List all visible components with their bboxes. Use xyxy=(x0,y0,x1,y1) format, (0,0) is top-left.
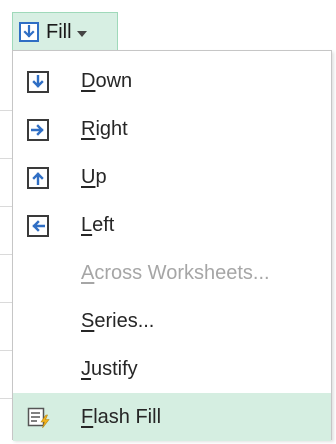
menu-item-right[interactable]: Right xyxy=(13,105,331,153)
menu-item-across-worksheets: Across Worksheets... xyxy=(13,249,331,297)
fill-left-icon xyxy=(27,215,49,237)
gridline xyxy=(0,206,12,207)
menu-item-label: Down xyxy=(81,70,133,92)
fill-right-icon xyxy=(27,119,49,141)
chevron-down-icon xyxy=(76,30,87,37)
menu-item-left[interactable]: Left xyxy=(13,201,331,249)
menu-item-up[interactable]: Up xyxy=(13,153,331,201)
gridline xyxy=(0,158,12,159)
menu-item-label: Up xyxy=(81,166,107,188)
menu-item-label: Flash Fill xyxy=(81,406,162,428)
menu-item-label: Series... xyxy=(81,310,155,332)
menu-item-series[interactable]: Series... xyxy=(13,297,331,345)
gridline xyxy=(0,254,12,255)
gridline xyxy=(0,398,12,399)
fill-dropdown-menu: Down Right Up Left Across Worksheets... … xyxy=(12,50,332,441)
gridline xyxy=(0,302,12,303)
flash-fill-icon xyxy=(27,407,51,433)
fill-button-label: Fill xyxy=(46,20,72,43)
gridline xyxy=(0,350,12,351)
fill-button[interactable]: Fill xyxy=(12,12,118,52)
menu-item-label: Right xyxy=(81,118,128,140)
menu-item-label: Justify xyxy=(81,358,138,380)
menu-item-down[interactable]: Down xyxy=(13,57,331,105)
menu-item-label: Across Worksheets... xyxy=(81,262,270,284)
fill-up-icon xyxy=(27,167,49,189)
menu-item-justify[interactable]: Justify xyxy=(13,345,331,393)
menu-item-flash-fill[interactable]: Flash Fill xyxy=(13,393,331,441)
gridline xyxy=(0,110,12,111)
fill-down-icon xyxy=(19,22,39,42)
menu-item-label: Left xyxy=(81,214,115,236)
fill-down-icon xyxy=(27,71,49,93)
